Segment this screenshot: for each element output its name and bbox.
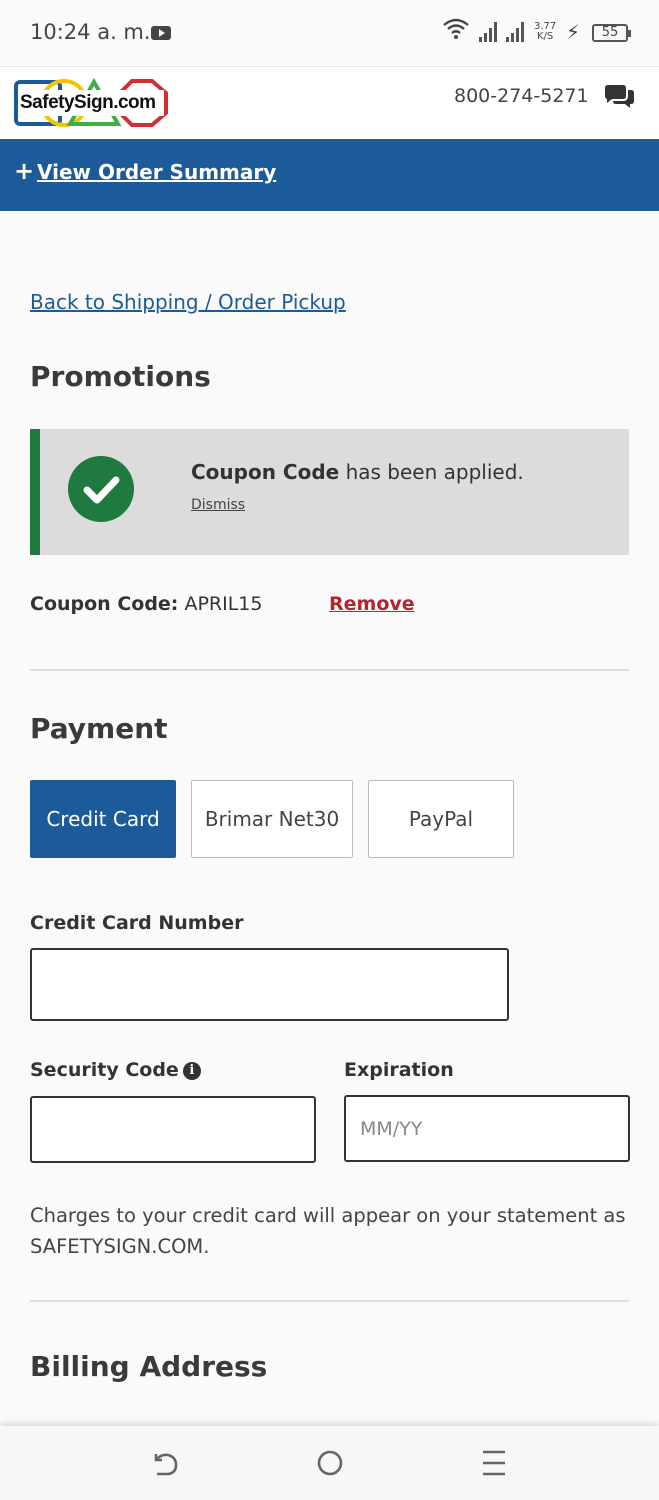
battery-icon: 55 xyxy=(592,24,631,42)
alert-message: Coupon Code has been applied. xyxy=(191,460,524,484)
cell-signal-icon xyxy=(479,22,499,42)
youtube-notification-icon xyxy=(151,26,171,40)
safetysign-logo[interactable]: SafetySign.com xyxy=(14,78,176,128)
menu-nav-icon[interactable] xyxy=(476,1446,512,1480)
network-speed-unit: K/S xyxy=(536,31,554,42)
chat-icon[interactable] xyxy=(603,83,635,109)
card-number-label: Credit Card Number xyxy=(30,912,244,934)
security-code-label-text: Security Code xyxy=(30,1059,179,1081)
dismiss-link[interactable]: Dismiss xyxy=(191,497,245,513)
back-to-shipping-link[interactable]: Back to Shipping / Order Pickup xyxy=(30,290,346,314)
section-divider xyxy=(30,669,629,671)
alert-message-strong: Coupon Code xyxy=(191,460,340,484)
phone-number[interactable]: 800-274-5271 xyxy=(454,85,589,107)
order-summary-bar[interactable]: + View Order Summary xyxy=(0,139,659,211)
applied-coupon-row: Coupon Code: APRIL15 xyxy=(30,593,262,615)
network-speed: 3.77 K/S xyxy=(534,22,556,42)
paypal-button[interactable]: PayPal xyxy=(368,780,514,858)
cell-signal-2-icon xyxy=(506,22,526,42)
expiration-input[interactable] xyxy=(344,1095,630,1162)
coupon-value: APRIL15 xyxy=(184,593,263,615)
billing-address-title: Billing Address xyxy=(30,1350,268,1383)
wifi-icon xyxy=(443,18,469,46)
info-icon[interactable]: i xyxy=(182,1062,201,1080)
coupon-label: Coupon Code: xyxy=(30,593,179,615)
charging-bolt-icon: ⚡ xyxy=(566,20,581,44)
security-code-input[interactable] xyxy=(30,1096,316,1163)
brimar-net30-button[interactable]: Brimar Net30 xyxy=(191,780,353,858)
coupon-applied-alert: Coupon Code has been applied. Dismiss xyxy=(30,429,629,555)
alert-message-rest: has been applied. xyxy=(339,460,524,484)
android-nav-bar xyxy=(0,1426,659,1500)
section-divider xyxy=(30,1300,629,1302)
card-number-input[interactable] xyxy=(30,948,509,1021)
promotions-title: Promotions xyxy=(30,360,211,393)
statement-note: Charges to your credit card will appear … xyxy=(30,1204,626,1258)
plus-icon: + xyxy=(14,157,35,185)
check-circle-icon xyxy=(68,456,134,522)
expiration-label: Expiration xyxy=(344,1059,454,1081)
site-header: SafetySign.com 800-274-5271 xyxy=(0,66,659,139)
security-code-label: Security Code i xyxy=(30,1059,201,1081)
back-nav-icon[interactable] xyxy=(147,1446,183,1480)
view-order-summary-link[interactable]: View Order Summary xyxy=(37,160,276,184)
payment-title: Payment xyxy=(30,712,168,745)
status-bar: 10:24 a. m. 3.77 K/S ⚡ 55 xyxy=(0,0,659,66)
home-nav-icon[interactable] xyxy=(312,1446,348,1480)
remove-coupon-link[interactable]: Remove xyxy=(329,593,415,615)
logo-text: SafetySign.com xyxy=(20,92,156,113)
status-time: 10:24 a. m. xyxy=(30,20,151,44)
credit-card-button[interactable]: Credit Card xyxy=(30,780,176,858)
